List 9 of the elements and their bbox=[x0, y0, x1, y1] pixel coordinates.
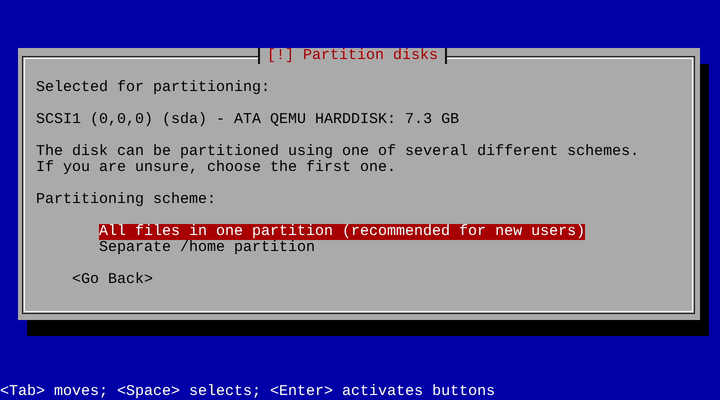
scheme-option[interactable]: Separate /home partition bbox=[99, 240, 316, 256]
scheme-option[interactable]: All files in one partition (recommended for new users) bbox=[99, 224, 586, 240]
go-back-button[interactable]: <Go Back> bbox=[72, 272, 154, 288]
dialog-text: SCSI1 (0,0,0) (sda) - ATA QEMU HARDDISK: 7.3 GB bbox=[36, 112, 460, 128]
dialog-title: [!] Partition disks bbox=[258, 48, 448, 64]
dialog-text: Selected for partitioning: bbox=[36, 80, 272, 96]
dialog-text: Partitioning scheme: bbox=[36, 192, 218, 208]
dialog-text: The disk can be partitioned using one of several different schemes. If you are unsure, choose the first one. bbox=[36, 144, 640, 176]
status-bar-hint: <Tab> moves; <Space> selects; <Enter> activates buttons bbox=[0, 384, 496, 400]
